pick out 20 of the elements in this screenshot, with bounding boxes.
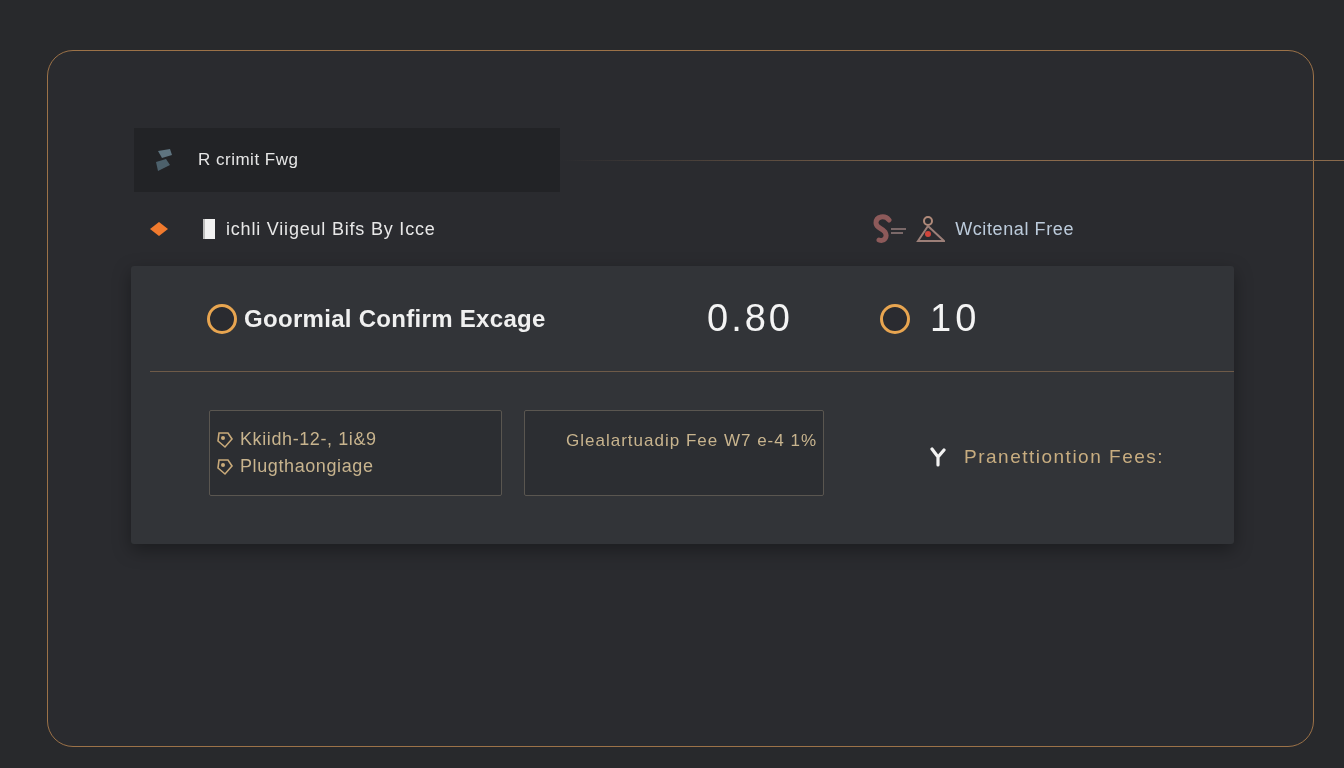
summary-value: 0.80	[707, 296, 794, 341]
tag-icon	[216, 430, 234, 449]
summary-count: 10	[930, 296, 981, 341]
ring-icon	[206, 302, 238, 335]
header-title: R crimit Fwg	[198, 149, 299, 172]
fees-label: Pranettiontion Fees:	[964, 445, 1165, 469]
subheader-title: ichli Viigeul Bifs By Icce	[226, 217, 436, 241]
hook-icon	[873, 214, 908, 244]
subheader-label: Wcitenal Free	[955, 217, 1074, 241]
summary-title: Goormial Confirm Excage	[244, 303, 547, 334]
info-text: Plugthaongiage	[240, 455, 374, 478]
tag-icon	[216, 457, 234, 476]
fee-text: Glealartuadip Fee W7 e-4 1%	[566, 430, 817, 452]
logo-icon	[154, 149, 174, 171]
info-text: Kkiidh-12-, 1i&9	[240, 428, 377, 451]
page-icon	[202, 218, 216, 240]
diamond-icon	[150, 222, 168, 236]
fork-icon	[930, 447, 946, 468]
ring-icon	[879, 302, 911, 335]
figure-icon	[915, 215, 946, 243]
